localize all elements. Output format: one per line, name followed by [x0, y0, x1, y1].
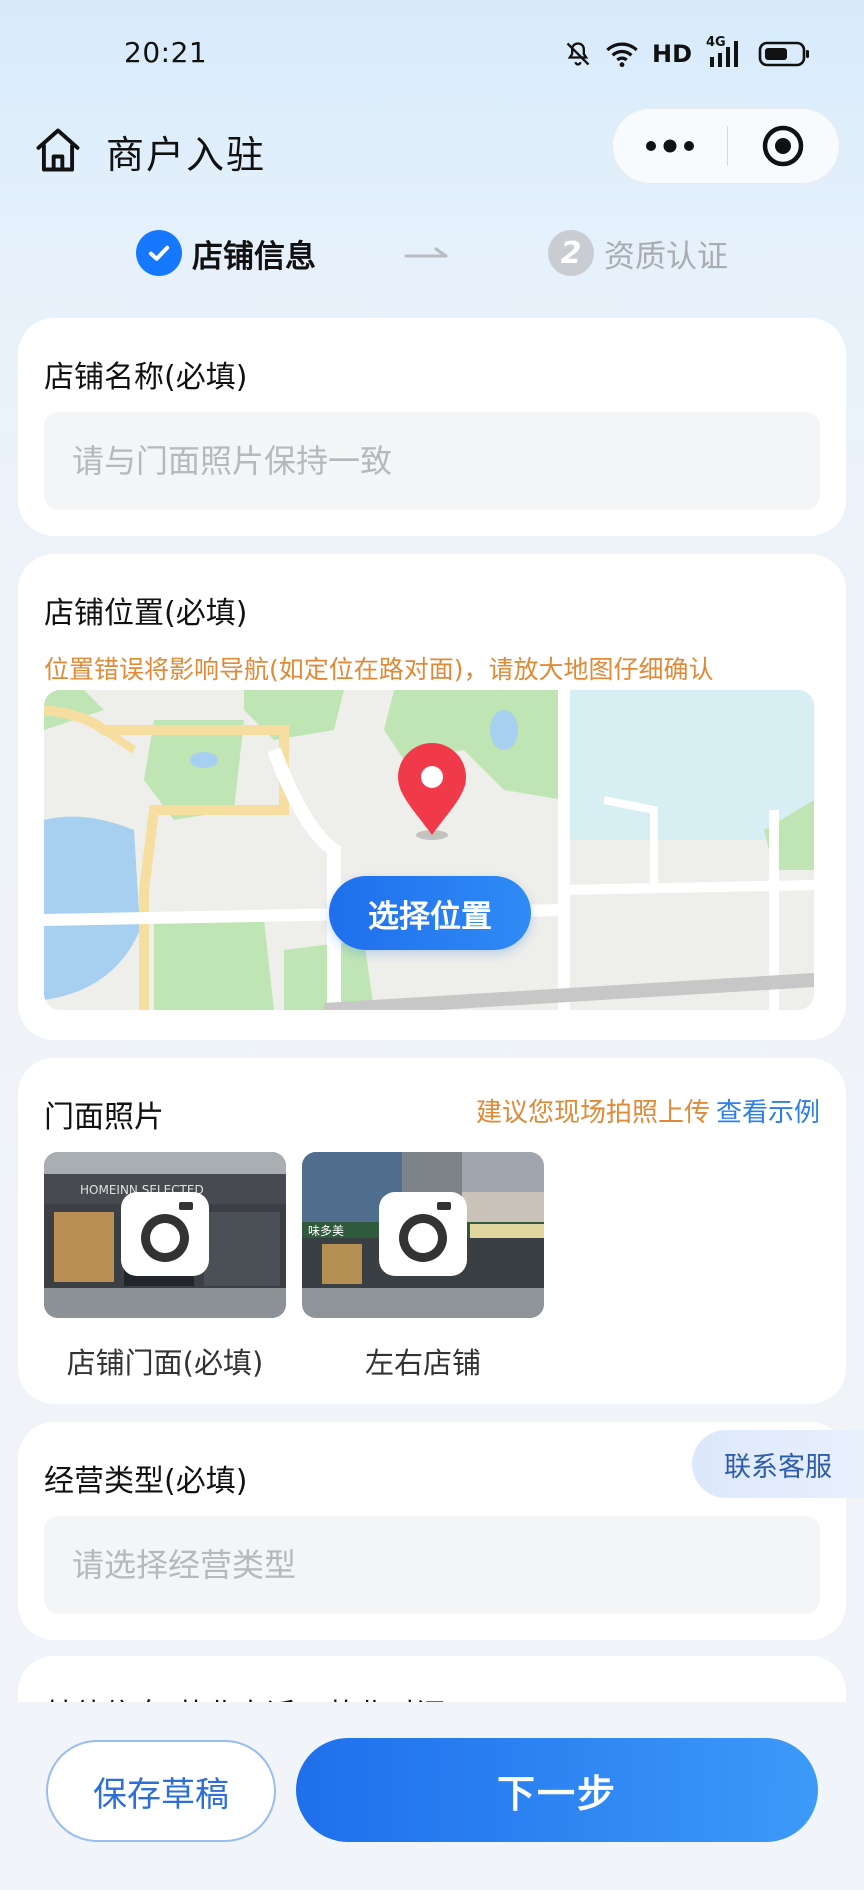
neighbor-shops-photo-upload[interactable]: 味多美 — [302, 1152, 544, 1318]
step-arrow-icon — [404, 247, 448, 258]
camera-icon — [379, 1192, 467, 1276]
bell-off-icon — [566, 42, 590, 66]
save-draft-button[interactable]: 保存草稿 — [46, 1740, 276, 1842]
bottom-action-bar: 保存草稿 下一步 — [0, 1702, 864, 1890]
store-name-input[interactable] — [44, 412, 820, 510]
home-icon — [36, 128, 80, 172]
check-icon — [136, 230, 182, 276]
more-button[interactable] — [613, 108, 727, 184]
choose-location-button[interactable]: 选择位置 — [329, 876, 531, 950]
business-type-label: 经营类型(必填) — [44, 1464, 248, 1499]
step-label: 店铺信息 — [192, 238, 316, 275]
progress-steps: 店铺信息 2 资质认证 — [0, 226, 864, 282]
wifi-icon — [606, 42, 638, 68]
status-time: 20:21 — [124, 36, 208, 69]
business-type-select[interactable] — [44, 1516, 820, 1614]
home-button[interactable] — [30, 122, 86, 178]
step-store-info: 店铺信息 — [136, 230, 316, 276]
shop-sign-text: 味多美 — [308, 1224, 344, 1238]
neighbor-shops-caption: 左右店铺 — [364, 1346, 481, 1380]
store-location-card: 店铺位置(必填) 位置错误将影响导航(如定位在路对面)，请放大地图仔细确认 — [18, 554, 846, 1040]
location-map[interactable] — [44, 690, 814, 1010]
storefront-photos-card: 门面照片 建议您现场拍照上传 查看示例 HOMEINN SELECTED 店铺门面… — [18, 1058, 846, 1404]
photo-suggestion: 建议您现场拍照上传 — [475, 1098, 710, 1128]
location-warning: 位置错误将影响导航(如定位在路对面)，请放大地图仔细确认 — [44, 655, 714, 684]
camera-icon — [121, 1192, 209, 1276]
close-mini-program-button[interactable] — [728, 108, 840, 184]
status-icons: HD 4G — [564, 35, 812, 72]
mini-program-capsule — [612, 108, 840, 184]
battery-icon — [758, 41, 809, 67]
photo-hint: 建议您现场拍照上传 查看示例 — [476, 1092, 820, 1129]
page-title: 商户入驻 — [106, 133, 267, 177]
close-mini-program-icon — [763, 125, 804, 167]
status-bar: 20:21 HD 4G — [0, 0, 864, 110]
contact-service-button[interactable]: 联系客服 — [692, 1430, 864, 1498]
title-bar: 商户入驻 — [0, 100, 864, 200]
step-number: 2 — [548, 230, 594, 276]
storefront-photos-label: 门面照片 — [44, 1100, 164, 1135]
view-example-link[interactable]: 查看示例 — [716, 1098, 820, 1128]
next-step-button[interactable]: 下一步 — [296, 1738, 818, 1842]
step-label: 资质认证 — [604, 238, 728, 275]
store-name-card: 店铺名称(必填) — [18, 318, 846, 536]
more-icon — [645, 139, 694, 153]
signal-icon: 4G — [706, 35, 744, 69]
storefront-caption: 店铺门面(必填) — [66, 1346, 264, 1380]
store-name-label: 店铺名称(必填) — [44, 360, 248, 395]
storefront-photo-upload[interactable]: HOMEINN SELECTED — [44, 1152, 286, 1318]
hd-indicator: HD — [651, 40, 692, 68]
step-qualification: 2 资质认证 — [548, 230, 728, 276]
store-location-label: 店铺位置(必填) — [44, 596, 248, 631]
